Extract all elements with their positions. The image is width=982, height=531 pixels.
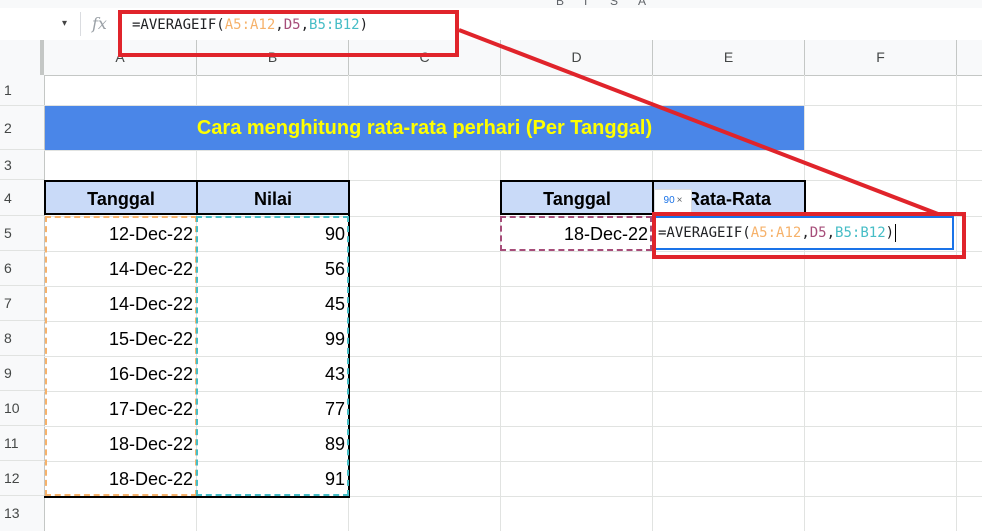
annotation-arrow	[458, 28, 939, 216]
